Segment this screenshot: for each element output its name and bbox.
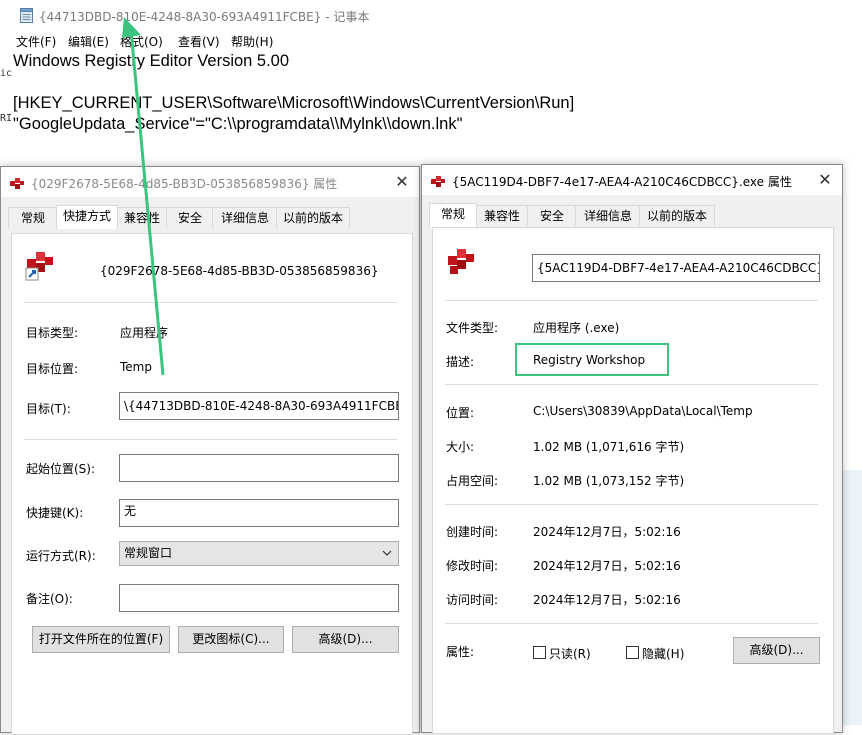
background-text-fragment: RI	[0, 113, 13, 124]
tab-compatibility[interactable]: 兼容性	[475, 205, 529, 226]
target-label: 目标(T):	[26, 402, 71, 416]
dialog-title: {029F2678-5E68-4d85-BB3D-053856859836} 属…	[31, 177, 338, 191]
registry-icon	[25, 252, 53, 281]
description-label: 描述:	[446, 355, 475, 369]
tab-security[interactable]: 安全	[527, 205, 577, 226]
separator	[445, 300, 818, 301]
file-type-value: 应用程序 (.exe)	[533, 321, 620, 335]
location-value: C:\Users\30839\AppData\Local\Temp	[533, 404, 753, 418]
hidden-checkbox[interactable]	[626, 646, 639, 659]
dialog-titlebar[interactable]: {029F2678-5E68-4d85-BB3D-053856859836} 属…	[1, 167, 419, 197]
notepad-text-area[interactable]: Windows Registry Editor Version 5.00 [HKE…	[13, 51, 853, 135]
created-label: 创建时间:	[446, 525, 499, 539]
tab-general[interactable]: 常规	[8, 207, 58, 228]
tab-previous-versions[interactable]: 以前的版本	[639, 205, 715, 226]
run-label: 运行方式(R):	[26, 549, 96, 563]
background-window-edge: ic RI	[0, 40, 13, 160]
menu-bar: 文件(F) 编辑(E) 格式(O) 查看(V) 帮助(H)	[0, 31, 862, 53]
modified-value: 2024年12月7日，5:02:16	[533, 559, 681, 573]
text-line: Windows Registry Editor Version 5.00	[13, 52, 290, 70]
size-on-disk-label: 占用空间:	[446, 474, 499, 488]
text-line: [HKEY_CURRENT_USER\Software\Microsoft\Wi…	[13, 94, 575, 112]
menu-file[interactable]: 文件(F)	[16, 33, 56, 50]
target-type-label: 目标类型:	[26, 326, 79, 340]
target-location-label: 目标位置:	[26, 362, 79, 376]
start-in-label: 起始位置(S):	[26, 462, 96, 476]
registry-icon	[10, 178, 24, 189]
shortcut-name: {029F2678-5E68-4d85-BB3D-053856859836}	[100, 264, 379, 278]
file-type-label: 文件类型:	[446, 321, 499, 335]
window-title: {44713DBD-810E-4248-8A30-693A4911FCBE} -…	[39, 10, 370, 24]
separator	[445, 623, 818, 624]
chevron-down-icon	[382, 550, 392, 556]
registry-icon	[448, 249, 474, 274]
general-tab-panel: {5AC119D4-DBF7-4e17-AEA4-A210C46CDBCC}.e…	[432, 227, 834, 734]
accessed-value: 2024年12月7日，5:02:16	[533, 593, 681, 607]
target-type-value: 应用程序	[120, 326, 169, 340]
menu-help[interactable]: 帮助(H)	[231, 33, 273, 50]
readonly-checkbox[interactable]	[533, 646, 546, 659]
location-label: 位置:	[446, 406, 475, 420]
target-location-value: Temp	[120, 360, 152, 374]
separator	[445, 384, 818, 385]
run-select[interactable]: 常规窗口	[119, 541, 399, 566]
tab-security[interactable]: 安全	[166, 207, 214, 228]
registry-icon	[431, 176, 445, 187]
tab-compatibility[interactable]: 兼容性	[116, 207, 168, 228]
accessed-label: 访问时间:	[446, 593, 499, 607]
separator	[24, 439, 397, 440]
comment-field[interactable]	[119, 584, 399, 612]
tab-details[interactable]: 详细信息	[212, 207, 278, 228]
background-text-fragment: ic	[0, 68, 13, 79]
shortcut-properties-dialog: {029F2678-5E68-4d85-BB3D-053856859836} 属…	[0, 166, 420, 735]
advanced-button[interactable]: 高级(D)...	[733, 637, 820, 664]
size-value: 1.02 MB (1,071,616 字节)	[533, 440, 685, 454]
size-on-disk-value: 1.02 MB (1,073,152 字节)	[533, 474, 685, 488]
text-line	[13, 72, 853, 93]
attributes-label: 属性:	[446, 645, 475, 659]
start-in-field[interactable]	[119, 454, 399, 482]
size-label: 大小:	[446, 440, 475, 454]
run-select-value: 常规窗口	[124, 546, 173, 560]
background-window-edge	[840, 470, 862, 725]
change-icon-button[interactable]: 更改图标(C)...	[178, 626, 284, 653]
hidden-label: 隐藏(H)	[642, 647, 685, 661]
separator	[445, 504, 818, 505]
readonly-label: 只读(R)	[549, 647, 591, 661]
tab-previous-versions[interactable]: 以前的版本	[276, 207, 350, 228]
menu-edit[interactable]: 编辑(E)	[68, 33, 109, 50]
dialog-title: {5AC119D4-DBF7-4e17-AEA4-A210C46CDBCC}.e…	[452, 175, 792, 189]
created-value: 2024年12月7日，5:02:16	[533, 525, 681, 539]
tab-general[interactable]: 常规	[429, 203, 477, 227]
shortcut-tab-panel: {029F2678-5E68-4d85-BB3D-053856859836} 目…	[11, 233, 413, 735]
text-line: "GoogleUpdata_Service"="C:\\programdata\…	[13, 115, 463, 133]
menu-format[interactable]: 格式(O)	[120, 33, 163, 50]
notepad-titlebar[interactable]: {44713DBD-810E-4248-8A30-693A4911FCBE} -…	[0, 0, 862, 31]
dialog-titlebar[interactable]: {5AC119D4-DBF7-4e17-AEA4-A210C46CDBCC}.e…	[422, 165, 842, 195]
comment-label: 备注(O):	[26, 592, 73, 606]
close-icon[interactable]: ✕	[391, 171, 413, 193]
open-file-location-button[interactable]: 打开文件所在的位置(F)	[32, 626, 170, 653]
shortcut-key-field[interactable]: 无	[119, 499, 399, 527]
modified-label: 修改时间:	[446, 559, 499, 573]
notepad-icon	[20, 8, 33, 23]
tab-shortcut[interactable]: 快捷方式	[56, 205, 118, 229]
target-field[interactable]: \{44713DBD-810E-4248-8A30-693A4911FCBE}"	[119, 392, 399, 420]
advanced-button[interactable]: 高级(D)...	[292, 626, 399, 653]
highlight-box	[515, 343, 669, 376]
tab-details[interactable]: 详细信息	[575, 205, 641, 226]
filename-field[interactable]: {5AC119D4-DBF7-4e17-AEA4-A210C46CDBCC}.e…	[532, 254, 820, 282]
exe-properties-dialog: {5AC119D4-DBF7-4e17-AEA4-A210C46CDBCC}.e…	[421, 164, 843, 734]
shortcut-key-label: 快捷键(K):	[26, 506, 84, 520]
menu-view[interactable]: 查看(V)	[178, 33, 220, 50]
close-icon[interactable]: ✕	[814, 169, 836, 191]
separator	[24, 302, 397, 303]
